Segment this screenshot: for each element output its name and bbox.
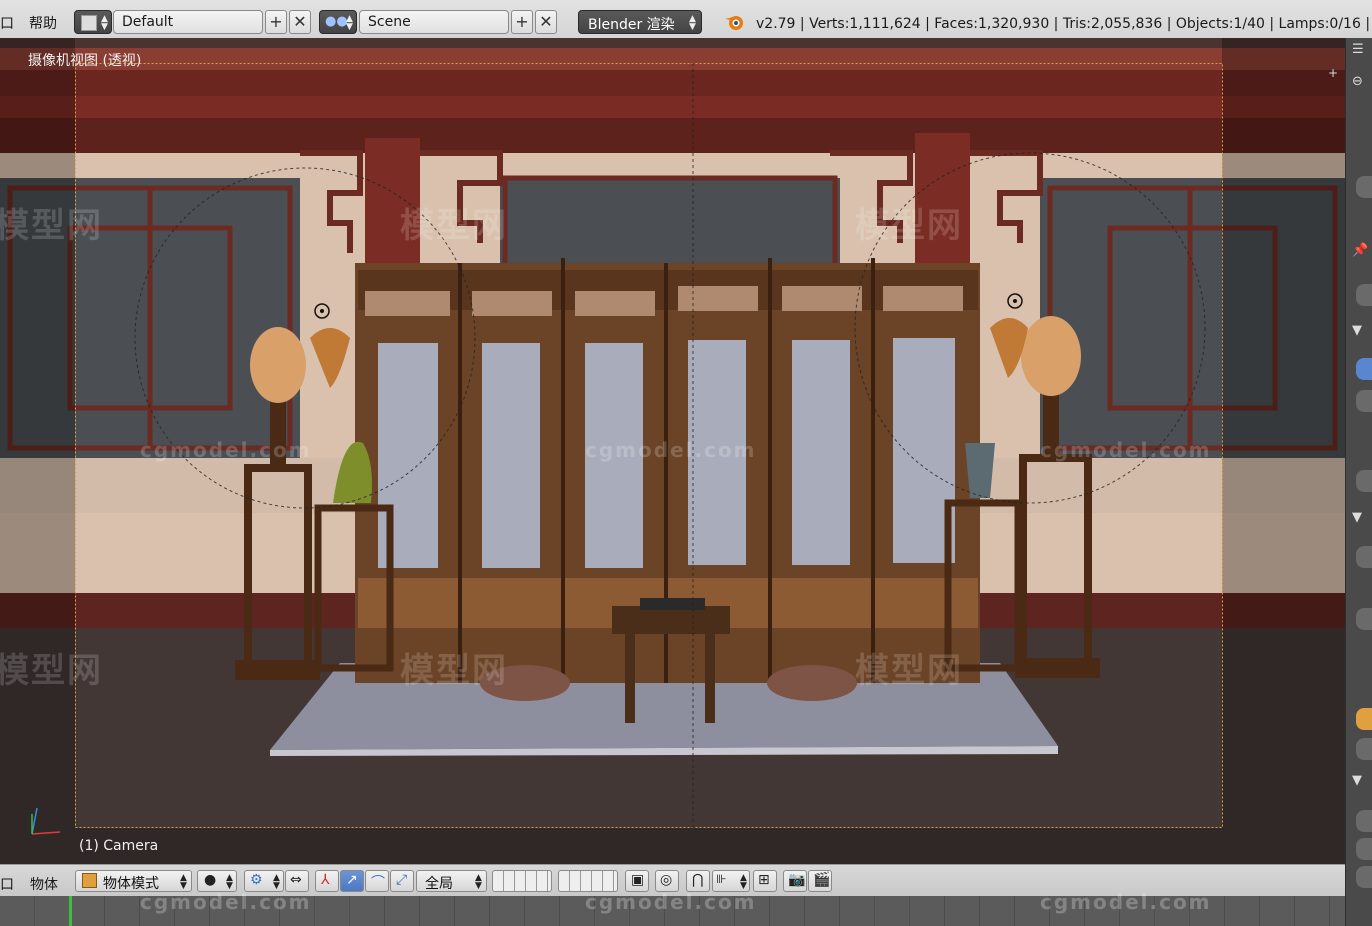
add-layout-button[interactable]: +	[265, 10, 287, 34]
clapperboard-icon: 🎬	[813, 872, 831, 888]
arrow-icon: ↗	[346, 872, 358, 888]
updown-arrows-icon: ▲ ▼	[180, 873, 187, 891]
updown-arrows-icon: ▲ ▼	[273, 873, 280, 891]
watermark-logo: 模型网	[400, 206, 508, 246]
panel-tab[interactable]	[1356, 470, 1372, 492]
panel-tab[interactable]	[1356, 866, 1372, 888]
watermark-logo: 模型网	[855, 206, 963, 246]
menu-object[interactable]: 物体	[30, 874, 58, 894]
layer-buttons-group-2[interactable]	[558, 870, 618, 892]
panel-tab[interactable]	[1356, 546, 1372, 568]
blender-logo-icon	[725, 16, 743, 30]
updown-arrows-icon: ▲ ▼	[740, 873, 747, 891]
view-name-label: 摄像机视图 (透视)	[28, 53, 142, 69]
scale-manipulator-button[interactable]: ⤢	[390, 870, 414, 892]
watermark-site: cgmodel.com	[140, 890, 312, 914]
transform-orientation-label: 全局	[425, 876, 453, 892]
panel-tab[interactable]	[1356, 176, 1372, 198]
layers-icon: ▣	[631, 872, 645, 888]
snap-target-button[interactable]: ⊞	[753, 870, 777, 892]
render-engine-label: Blender 渲染	[588, 17, 675, 33]
scene-statistics: v2.79 | Verts:1,111,624 | Faces:1,320,93…	[756, 16, 1372, 32]
manipulate-center-button[interactable]: ⇔	[285, 870, 309, 892]
interaction-mode-selector[interactable]: 物体模式 ▲ ▼	[75, 870, 192, 892]
snap-increment-icon: ⊪	[716, 872, 727, 886]
shading-sphere-icon: ●	[204, 872, 217, 888]
screen-layout-selector[interactable]: ▲ ▼	[74, 10, 112, 34]
minus-icon[interactable]: ⊖	[1352, 74, 1363, 89]
snap-element-selector[interactable]: ⊪ ▲ ▼	[712, 870, 750, 892]
pivot-point-selector[interactable]: ⚙ ▲ ▼	[244, 870, 284, 892]
editor-type-icon[interactable]: ☰	[1352, 42, 1364, 57]
info-header: 口 帮助 ▲ ▼ Default + ✕ ●● ▲ ▼ Scene + ✕ Blen…	[0, 0, 1372, 39]
rotate-manipulator-button[interactable]: ⌒	[365, 870, 389, 892]
pivot-icon: ⚙	[250, 872, 263, 888]
active-object-label: (1) Camera	[79, 838, 159, 854]
watermark-logo: 模型网	[855, 651, 963, 691]
collapse-triangle-icon[interactable]: ▼	[1352, 323, 1362, 338]
watermark-site: cgmodel.com	[1040, 890, 1212, 914]
current-frame-playhead[interactable]	[69, 896, 72, 926]
active-panel-tab[interactable]	[1356, 358, 1372, 380]
properties-panel-edge[interactable]: ☰ ⊖ 📌 ▼ ▼ ▼	[1345, 38, 1372, 926]
snap-toggle-button[interactable]: ⋂	[686, 870, 710, 892]
pin-icon[interactable]: 📌	[1352, 243, 1368, 258]
camera-icon: 📷	[788, 872, 806, 888]
render-engine-selector[interactable]: Blender 渲染 ▲ ▼	[578, 10, 702, 34]
updown-arrows-icon: ▲ ▼	[689, 14, 696, 32]
magnet-icon: ⋂	[692, 872, 704, 888]
region-plus-icon[interactable]: +	[1328, 66, 1338, 80]
updown-arrows-icon: ▲ ▼	[101, 14, 108, 32]
axis-manipulator-icon: ⅄	[321, 872, 330, 888]
panel-tab[interactable]	[1356, 284, 1372, 306]
scene-icon: ●●	[325, 14, 348, 29]
watermark-site: cgmodel.com	[1040, 438, 1212, 462]
watermark-logo: 模型网	[400, 651, 508, 691]
watermark-site: cgmodel.com	[140, 438, 312, 462]
grid-icon: ⊞	[758, 872, 770, 888]
transform-orientation-selector[interactable]: 全局 ▲ ▼	[416, 870, 487, 892]
screen-layout-name-field[interactable]: Default	[113, 10, 263, 34]
scene-name-field[interactable]: Scene	[359, 10, 509, 34]
watermark-logo: 模型网	[0, 651, 103, 691]
rotate-arc-icon: ⌒	[371, 875, 385, 891]
layout-icon	[81, 15, 97, 31]
object-mode-icon	[82, 873, 97, 888]
panel-tab[interactable]	[1356, 390, 1372, 412]
translate-manipulator-button[interactable]: ↗	[340, 870, 364, 892]
add-scene-button[interactable]: +	[511, 10, 533, 34]
3d-viewport[interactable]: 摄像机视图 (透视) (1) Camera 模型网 模型网 模型网 模型网 模型…	[0, 38, 1345, 864]
render-opengl-image-button[interactable]: 📷	[783, 870, 807, 892]
watermark-site: cgmodel.com	[585, 438, 757, 462]
collapse-triangle-icon[interactable]: ▼	[1352, 510, 1362, 525]
panel-tab[interactable]	[1356, 838, 1372, 860]
center-points-icon: ⇔	[290, 872, 302, 888]
menu-help[interactable]: 帮助	[29, 13, 57, 33]
layer-buttons-group-1[interactable]	[492, 870, 552, 892]
remove-layout-button[interactable]: ✕	[289, 10, 311, 34]
menu-view-partial[interactable]: 口	[0, 874, 14, 894]
object-tab[interactable]	[1356, 708, 1372, 730]
proportional-editing-button[interactable]: ◎	[655, 870, 679, 892]
render-opengl-animation-button[interactable]: 🎬	[808, 870, 832, 892]
panel-tab[interactable]	[1356, 608, 1372, 630]
watermark-site: cgmodel.com	[585, 890, 757, 914]
proportional-icon: ◎	[660, 872, 673, 888]
updown-arrows-icon: ▲ ▼	[475, 873, 482, 891]
updown-arrows-icon: ▲ ▼	[226, 873, 233, 891]
panel-tab[interactable]	[1356, 738, 1372, 760]
scene-selector[interactable]: ●● ▲ ▼	[319, 10, 357, 34]
manipulator-toggle[interactable]: ⅄	[315, 870, 339, 892]
timeline-editor[interactable]: cgmodel.com cgmodel.com cgmodel.com	[0, 890, 1345, 926]
panel-tab[interactable]	[1356, 810, 1372, 832]
menu-partial-edge[interactable]: 口	[0, 13, 14, 33]
scale-icon: ⤢	[396, 872, 408, 888]
lock-layers-button[interactable]: ▣	[625, 870, 649, 892]
collapse-triangle-icon[interactable]: ▼	[1352, 773, 1362, 788]
updown-arrows-icon: ▲ ▼	[346, 14, 353, 32]
viewport-shading-selector[interactable]: ● ▲ ▼	[197, 870, 237, 892]
watermark-logo: 模型网	[0, 206, 103, 246]
remove-scene-button[interactable]: ✕	[535, 10, 557, 34]
